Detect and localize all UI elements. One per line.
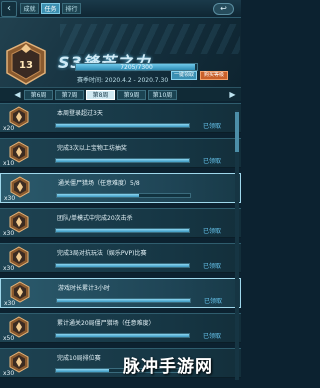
season-rank-badge-icon: 13 <box>6 41 46 85</box>
reward-count: x20 <box>3 125 15 132</box>
top-bar: ‹ 成就 任务 排行 ↩ <box>0 0 241 18</box>
task-row[interactable]: x30 游戏时长累计3小时已领取 <box>0 278 241 308</box>
chevron-left-icon[interactable]: ◀ <box>13 90 22 99</box>
task-progress-fill <box>56 229 189 232</box>
task-title: 团队/单模式中完成20次击杀 <box>57 215 133 222</box>
scrollbar-thumb[interactable] <box>235 112 239 152</box>
task-row[interactable]: x10 完成3次以上宝物工坊抽奖已领取 <box>0 138 241 168</box>
task-progress-bar <box>56 298 191 303</box>
task-row[interactable]: x30 团队/单模式中完成20次击杀已领取 <box>0 208 241 238</box>
status-badge: 已领取 <box>204 298 223 305</box>
tab-week-6[interactable]: 第6周 <box>24 89 53 100</box>
season-progress-bar: 7205/7300 <box>75 63 198 71</box>
task-progress-fill <box>56 159 189 162</box>
reward-count: x50 <box>3 335 15 342</box>
tab-week-7[interactable]: 第7周 <box>55 89 84 100</box>
tab-achievement[interactable]: 成就 <box>20 3 39 14</box>
scrollbar[interactable] <box>235 110 239 380</box>
task-row[interactable]: x50 累计通关20局僵尸猎场（任意难度） 已领取 <box>0 313 241 343</box>
tab-task[interactable]: 任务 <box>41 3 60 14</box>
task-progress-fill <box>56 124 189 127</box>
watermark: 脉冲手游网 <box>123 357 213 377</box>
back-arrow-icon[interactable]: ‹ <box>1 1 17 17</box>
task-progress-bar <box>55 333 190 338</box>
task-progress-bar <box>56 193 191 198</box>
tab-ranking[interactable]: 排行 <box>62 3 81 14</box>
task-progress-fill <box>56 334 189 337</box>
reward-count: x30 <box>4 300 16 307</box>
tab-week-8[interactable]: 第8周 <box>86 89 115 100</box>
reward-count: x10 <box>3 160 15 167</box>
tab-week-10[interactable]: 第10周 <box>148 89 177 100</box>
task-progress-bar <box>55 228 190 233</box>
task-title: 完成10局排位赛 <box>57 355 101 362</box>
status-badge: 已领取 <box>203 123 222 130</box>
task-progress-fill <box>56 264 189 267</box>
task-row[interactable]: x30 通关僵尸猎场（任意难度）5/8 <box>0 173 241 203</box>
task-title: 完成3次以上宝物工坊抽奖 <box>57 145 127 152</box>
task-progress-fill <box>57 194 140 197</box>
task-row[interactable]: x30 完成3局对抗玩法（娱乐PVP)比赛已领取 <box>0 243 241 273</box>
status-badge: 已领取 <box>203 158 222 165</box>
task-progress-bar <box>55 158 190 163</box>
task-progress-bar <box>55 123 190 128</box>
task-title: 游戏时长累计3小时 <box>58 285 110 292</box>
reward-count: x30 <box>3 370 15 377</box>
task-progress-bar <box>55 263 190 268</box>
task-title: 本周登录超过3天 <box>57 110 103 117</box>
claim-all-button[interactable]: 一键领取 <box>171 71 197 80</box>
close-icon[interactable]: ↩ <box>213 3 234 15</box>
reward-count: x30 <box>4 195 16 202</box>
svg-text:13: 13 <box>19 60 33 71</box>
reward-count: x30 <box>3 265 15 272</box>
top-tabs: 成就 任务 排行 <box>20 3 81 14</box>
buy-level-button[interactable]: 购买等级 <box>200 71 228 80</box>
task-title: 通关僵尸猎场（任意难度）5/8 <box>58 180 140 187</box>
status-badge: 已领取 <box>203 228 222 235</box>
status-badge: 已领取 <box>203 263 222 270</box>
week-tabs: 第6周 第7周 第8周 第9周 第10周 <box>0 88 241 101</box>
task-title: 完成3局对抗玩法（娱乐PVP)比赛 <box>57 250 147 257</box>
season-time: 赛季时间: 2020.4.2 - 2020.7.30 <box>77 77 169 84</box>
tab-week-9[interactable]: 第9周 <box>117 89 146 100</box>
status-badge: 已领取 <box>203 333 222 340</box>
task-row[interactable]: x20 本周登录超过3天已领取 <box>0 103 241 133</box>
task-title: 累计通关20局僵尸猎场（任意难度） <box>57 320 155 327</box>
chevron-right-icon[interactable]: ▶ <box>228 90 237 99</box>
reward-count: x30 <box>3 230 15 237</box>
task-progress-fill <box>57 299 190 302</box>
season-progress-text: 7205/7300 <box>120 64 153 71</box>
task-progress-fill <box>56 369 110 372</box>
